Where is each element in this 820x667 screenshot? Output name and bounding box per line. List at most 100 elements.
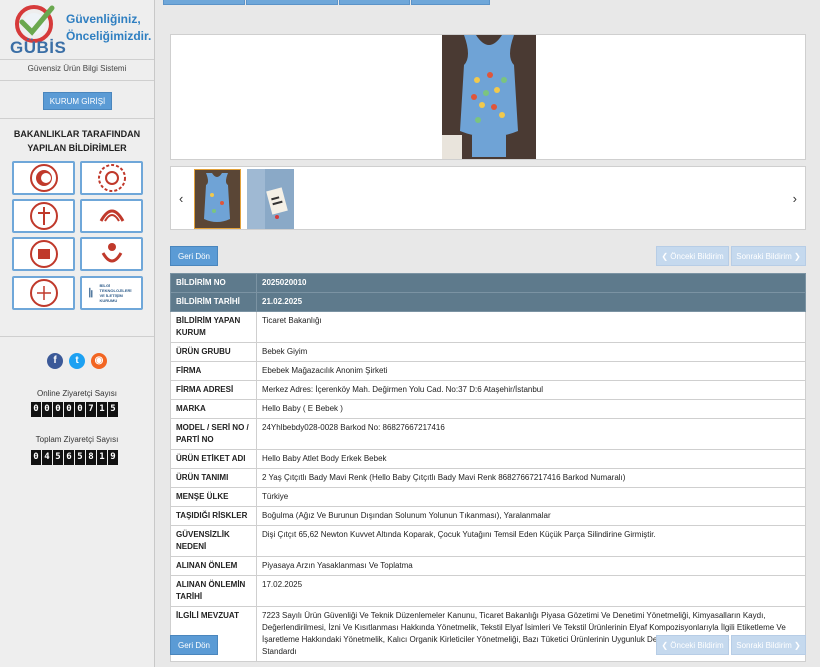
counter-digit: 8 [86,450,96,465]
detail-value: Türkiye [256,487,806,507]
detail-row: TAŞIDIĞI RİSKLER Boğulma (Ağız Ve Burunun… [170,506,806,526]
detail-row: BİLDİRİM YAPAN KURUM Ticaret Bakanlığı [170,311,806,343]
divider [0,118,154,119]
detail-key: GÜVENSİZLİK NEDENİ [170,525,257,557]
detail-row: BİLDİRİM NO 2025020010 [170,273,806,293]
back-button-bottom[interactable]: Geri Dön [170,635,218,655]
product-main-image [442,35,536,159]
counter-digit: 5 [75,450,85,465]
total-visitors-counter: 04565819 [31,450,118,465]
ministry-logo-button[interactable] [80,237,143,271]
ministry-emblem-icon [97,164,126,192]
detail-key: BİLDİRİM YAPAN KURUM [170,311,257,343]
counter-digit: 9 [108,450,118,465]
top-tabs [0,0,820,6]
next-notification-button[interactable]: Sonraki Bildirim ❯ [731,246,806,266]
detail-key: MARKA [170,399,257,419]
detail-value: 17.02.2025 [256,575,806,607]
divider [0,59,154,60]
total-visitors-label: Toplam Ziyaretçi Sayısı [35,435,119,444]
detail-key: ALINAN ÖNLEM [170,556,257,576]
detail-value: Piyasaya Arzın Yasaklanması Ve Toplatma [256,556,806,576]
counter-digit: 5 [53,450,63,465]
rss-icon[interactable]: ◉ [91,353,107,369]
divider [0,336,154,337]
detail-row: MARKA Hello Baby ( E Bebek ) [170,399,806,419]
detail-row: BİLDİRİM TARİHİ 21.02.2025 [170,292,806,312]
detail-row: ÜRÜN TANIMI 2 Yaş Çıtçıtlı Bady Mavi Renk… [170,468,806,488]
brand-subtitle: Güvensiz Ürün Bilgi Sistemi [27,64,127,73]
ministry-emblem-icon [29,279,58,307]
counter-digit: 0 [64,402,74,417]
facebook-icon[interactable]: f [47,353,63,369]
detail-value: Bebek Giyim [256,342,806,362]
counter-digit: 1 [97,402,107,417]
detail-key: FİRMA [170,361,257,381]
next-notification-button-bottom[interactable]: Sonraki Bildirim ❯ [731,635,806,655]
thumbnail-prev-arrow[interactable]: ‹ [179,191,183,206]
ministry-emblem-icon [101,243,122,263]
thumbnail-image-1[interactable] [194,169,241,229]
detail-value: 2025020010 [256,273,806,293]
page: GÜBİS Güvenliğiniz, Önceliğimizdir. Güve… [0,0,820,667]
btk-logo-button[interactable]: BİLGİ TEKNOLOJİLERİ VE İLETİŞİM KURUMU [80,276,143,310]
detail-key: MENŞE ÜLKE [170,487,257,507]
detail-value: Hello Baby Atlet Body Erkek Bebek [256,449,806,469]
product-image-panel [170,34,806,160]
ministry-logo-button[interactable] [80,161,143,195]
kurum-login-button[interactable]: KURUM GİRİŞİ [43,92,112,110]
detail-value: Ebebek Mağazacılık Anonim Şirketi [256,361,806,381]
counter-digit: 7 [86,402,96,417]
detail-row: FİRMA ADRESİ Merkez Adres: İçerenköy Mah.… [170,380,806,400]
ministry-logo-button[interactable] [80,199,143,233]
section-title-line-2: YAPILAN BİLDİRİMLER [27,143,127,153]
counter-digit: 5 [108,402,118,417]
detail-row: MODEL / SERİ NO / PARTİ NO 24Yhlbebdy028-… [170,418,806,450]
counter-digit: 6 [64,450,74,465]
previous-notification-button[interactable]: ❮ Önceki Bildirim [656,246,729,266]
detail-value: Merkez Adres: İçerenköy Mah. Değirmen Yo… [256,380,806,400]
top-tab[interactable] [163,0,245,5]
ministry-logo-button[interactable] [12,161,75,195]
back-button[interactable]: Geri Dön [170,246,218,266]
ministry-logo-button[interactable] [12,199,75,233]
detail-value: 24Yhlbebdy028-0028 Barkod No: 8682766721… [256,418,806,450]
slogan-line-2: Önceliğimizdir. [66,29,152,43]
thumbnail-next-arrow[interactable]: › [793,191,797,206]
counter-digit: 0 [31,402,41,417]
counter-digit: 0 [42,402,52,417]
slogan-line-1: Güvenliğiniz, [66,12,141,26]
thumbnail-strip: ‹ › [170,166,806,230]
top-tab[interactable] [246,0,338,5]
thumbnail-image-2[interactable] [247,169,294,229]
detail-key: BİLDİRİM NO [170,273,257,293]
ministry-logo-button[interactable] [12,237,75,271]
twitter-icon[interactable]: t [69,353,85,369]
btk-emblem-icon [88,287,92,298]
ministry-emblem-icon [29,164,58,192]
detail-key: ALINAN ÖNLEMİN TARİHİ [170,575,257,607]
detail-key: ÜRÜN GRUBU [170,342,257,362]
detail-row: MENŞE ÜLKE Türkiye [170,487,806,507]
previous-notification-button-bottom[interactable]: ❮ Önceki Bildirim [656,635,729,655]
divider [0,80,154,81]
top-tab[interactable] [411,0,490,5]
detail-value: 21.02.2025 [256,292,806,312]
ministry-logo-button[interactable] [12,276,75,310]
ministry-emblem-icon [99,209,124,222]
ministries-section-title: BAKANLIKLAR TARAFINDAN YAPILAN BİLDİRİML… [0,127,154,155]
detail-row: GÜVENSİZLİK NEDENİ Dişi Çıtçıt 65,62 Newt… [170,525,806,557]
section-title-line-1: BAKANLIKLAR TARAFINDAN [13,129,141,139]
ministry-emblem-icon [29,240,58,268]
counter-digit: 1 [97,450,107,465]
counter-digit: 0 [31,450,41,465]
detail-key: FİRMA ADRESİ [170,380,257,400]
detail-key: BİLDİRİM TARİHİ [170,292,257,312]
brand-name: GÜBİS [10,38,67,57]
top-tab[interactable] [339,0,410,5]
detail-value: Ticaret Bakanlığı [256,311,806,343]
detail-key: ÜRÜN ETİKET ADI [170,449,257,469]
detail-value: Dişi Çıtçıt 65,62 Newton Kuvvet Altında … [256,525,806,557]
detail-row: FİRMA Ebebek Mağazacılık Anonim Şirketi [170,361,806,381]
sidebar: GÜBİS Güvenliğiniz, Önceliğimizdir. Güve… [0,0,155,667]
